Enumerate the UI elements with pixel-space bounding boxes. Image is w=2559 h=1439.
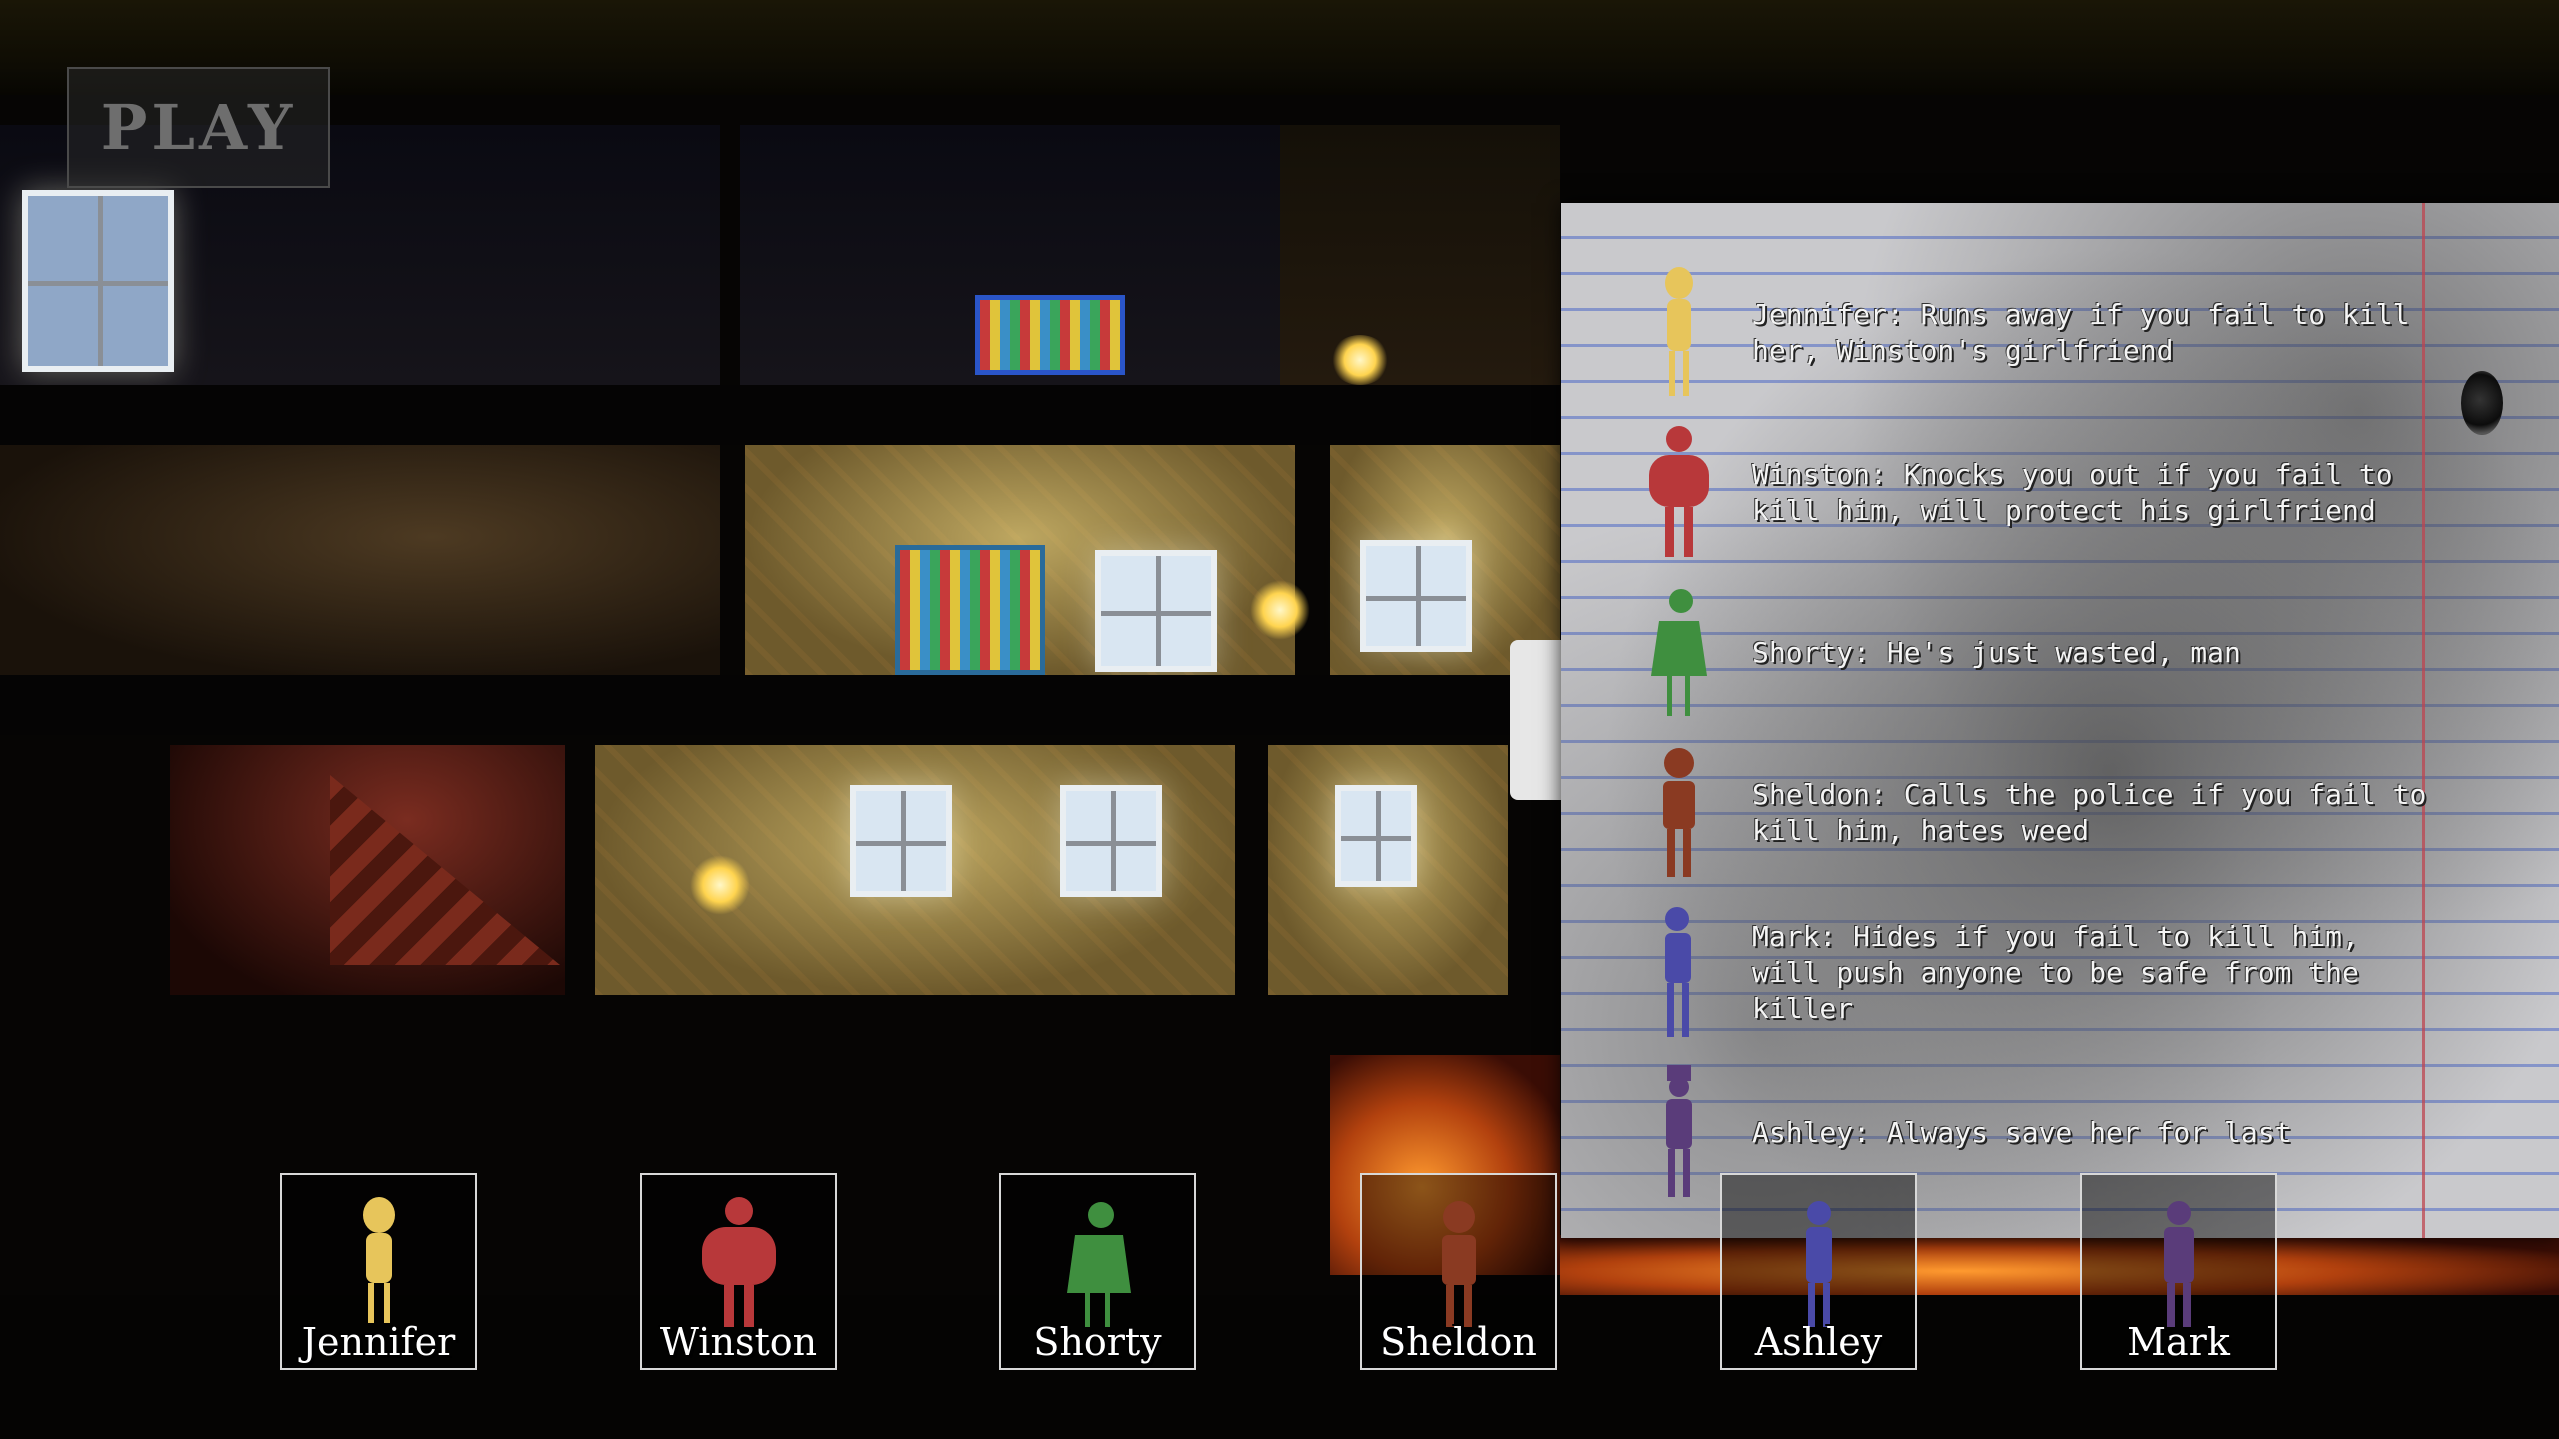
body: [2163, 1227, 2194, 1283]
leg: [1683, 829, 1691, 877]
character-notes-panel: Jennifer: Runs away if you fail to kill …: [1561, 203, 2559, 1238]
head: [1806, 1201, 1831, 1225]
character-card-winston[interactable]: Winston: [640, 1173, 837, 1370]
shorty-portrait: [1651, 589, 1707, 716]
leg: [1669, 351, 1675, 396]
note-entry-mark: Mark: Hides if you fail to kill him, wil…: [1561, 893, 2421, 1053]
body: [1663, 781, 1695, 829]
leg: [1685, 676, 1690, 716]
body: [365, 1233, 392, 1283]
head: [1666, 426, 1692, 452]
note-entry-winston: Winston: Knocks you out if you fail to k…: [1561, 413, 2421, 573]
leg: [1667, 829, 1675, 877]
note-entry-shorty: Shorty: He's just wasted, man: [1561, 573, 2421, 733]
leg: [1682, 983, 1689, 1037]
note-text: Jennifer: Runs away if you fail to kill …: [1752, 298, 2410, 367]
ashley-portrait: [1666, 1065, 1692, 1197]
leg: [1667, 983, 1674, 1037]
head: [1665, 907, 1689, 931]
leg: [383, 1283, 390, 1323]
note-text: Ashley: Always save her for last: [1752, 1116, 2292, 1149]
body: [1665, 933, 1691, 983]
note-text: Sheldon: Calls the police if you fail to…: [1752, 778, 2427, 847]
body: [1066, 1235, 1131, 1293]
character-card-ashley[interactable]: Ashley: [1720, 1173, 1917, 1370]
character-card-jennifer[interactable]: Jennifer: [280, 1173, 477, 1370]
living-window-right: [1060, 785, 1162, 897]
sheldon-portrait: [1663, 748, 1695, 877]
character-name: Jennifer: [301, 1320, 456, 1364]
hair: [1665, 267, 1693, 299]
character-name: Ashley: [1754, 1320, 1883, 1364]
attic-window: [22, 190, 174, 372]
leg: [1668, 1149, 1675, 1197]
right-room-window: [1360, 540, 1472, 652]
hair: [362, 1197, 395, 1233]
attic-bookshelf: [975, 295, 1125, 375]
living-window-left: [850, 785, 952, 897]
body: [1805, 1227, 1832, 1283]
head: [1664, 748, 1694, 778]
body: [1666, 1099, 1692, 1149]
head: [1087, 1202, 1114, 1228]
notepad-punch-hole: [2461, 371, 2503, 435]
winston-portrait: [1649, 426, 1709, 557]
study-lamp: [1250, 580, 1310, 640]
ground-right-window: [1335, 785, 1417, 887]
head: [1442, 1201, 1475, 1233]
mark-portrait: [1665, 907, 1691, 1037]
character-card-mark[interactable]: Mark: [2080, 1173, 2277, 1370]
living-lamp: [690, 855, 750, 915]
head: [724, 1197, 753, 1225]
attic-right: [1280, 125, 1560, 385]
leg: [1683, 351, 1689, 396]
body: [701, 1227, 776, 1285]
note-text: Winston: Knocks you out if you fail to k…: [1752, 458, 2393, 527]
note-entry-ashley: Ashley: Always save her for last: [1561, 1053, 2421, 1213]
character-card-sheldon[interactable]: Sheldon: [1360, 1173, 1557, 1370]
character-name: Sheldon: [1380, 1320, 1537, 1364]
character-name: Winston: [659, 1320, 818, 1364]
note-text: Shorty: He's just wasted, man: [1752, 636, 2241, 669]
leg: [1683, 1149, 1690, 1197]
study-bookshelf: [895, 545, 1045, 675]
notes-panel-tab[interactable]: [1510, 640, 1562, 800]
jennifer-portrait: [1665, 267, 1693, 396]
body: [1651, 621, 1707, 676]
note-entry-sheldon: Sheldon: Calls the police if you fail to…: [1561, 733, 2426, 893]
study-window: [1095, 550, 1217, 672]
attic-lamp: [1330, 335, 1390, 385]
body: [1649, 455, 1709, 507]
play-button[interactable]: PLAY: [67, 67, 330, 188]
head: [1669, 589, 1693, 613]
leg: [1665, 507, 1674, 557]
character-card-shorty[interactable]: Shorty: [999, 1173, 1196, 1370]
note-text: Mark: Hides if you fail to kill him, wil…: [1752, 920, 2359, 1025]
leg: [1684, 507, 1693, 557]
head: [1669, 1077, 1689, 1097]
character-name: Mark: [2127, 1320, 2230, 1364]
note-entry-jennifer: Jennifer: Runs away if you fail to kill …: [1561, 253, 2421, 413]
body: [1441, 1235, 1476, 1285]
room-2f-left: [0, 445, 720, 675]
body: [1667, 299, 1691, 351]
leg: [367, 1283, 374, 1323]
leg: [1667, 676, 1672, 716]
character-name: Shorty: [1033, 1320, 1162, 1364]
head: [2166, 1201, 2191, 1225]
floor-beam-1: [0, 385, 1560, 445]
basement-right: [1560, 1235, 2559, 1295]
floor-beam-2: [0, 675, 1560, 735]
sky-band: [0, 0, 2559, 95]
